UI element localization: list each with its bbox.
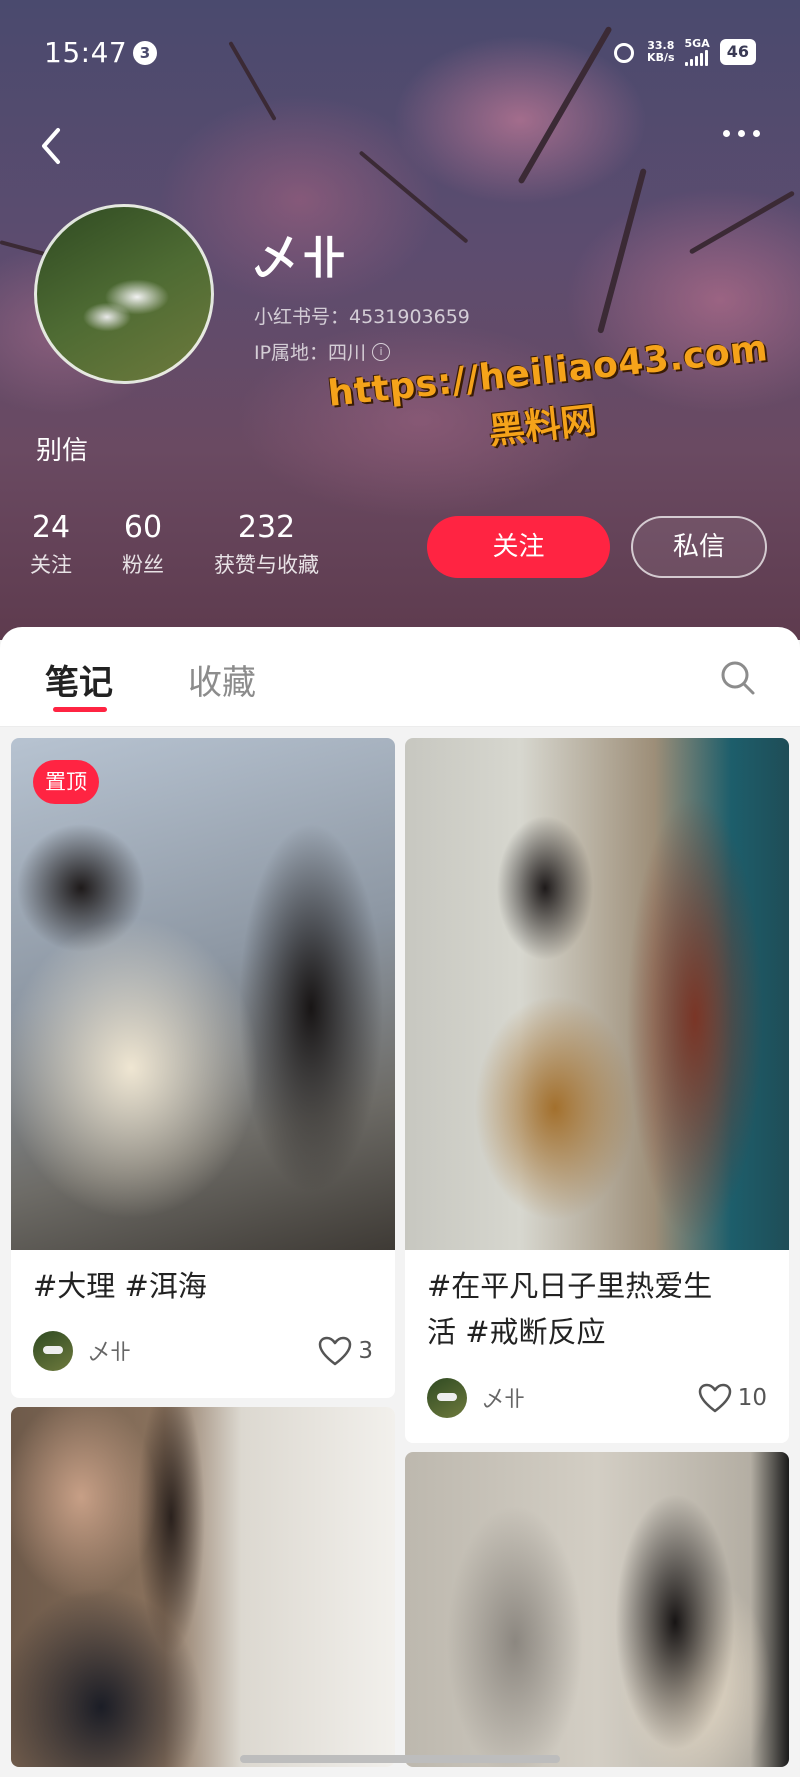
tab-notes[interactable]: 笔记 <box>45 655 113 704</box>
author-name: 乄卝 <box>89 1340 131 1364</box>
note-card[interactable] <box>405 1452 789 1767</box>
tab-collections[interactable]: 收藏 <box>188 655 256 704</box>
profile-stats: 24 关注 60 粉丝 232 获赞与收藏 <box>30 510 369 579</box>
status-indicators: 33.8 KB/s 5GA 46 <box>611 38 756 66</box>
home-indicator[interactable] <box>240 1755 560 1763</box>
cellular-indicator: 5GA <box>684 38 710 66</box>
note-title: #大理 #洱海 <box>33 1269 207 1303</box>
pinned-badge: 置顶 <box>33 760 99 804</box>
user-id: 小红书号：4531903659 <box>254 306 470 328</box>
info-icon[interactable]: i <box>372 342 391 361</box>
content-tabs: 笔记 收藏 <box>0 627 800 727</box>
avatar[interactable] <box>34 204 214 384</box>
search-icon[interactable] <box>718 658 758 698</box>
follow-button[interactable]: 关注 <box>427 516 610 578</box>
like-count[interactable]: 3 <box>318 1336 373 1366</box>
note-cover-image <box>11 1407 395 1767</box>
note-card[interactable] <box>11 1407 395 1767</box>
note-title: #在平凡日子里热爱生 活 #戒断反应 <box>427 1269 713 1349</box>
stat-followers[interactable]: 60 粉丝 <box>122 510 164 579</box>
more-dots-icon[interactable] <box>723 130 760 137</box>
note-meta: 乄卝 3 <box>33 1331 373 1371</box>
message-button[interactable]: 私信 <box>631 516 767 578</box>
alarm-icon <box>611 39 637 65</box>
user-bio: 别信 <box>36 436 89 466</box>
notification-count-badge: 3 <box>133 41 157 65</box>
author-name: 乄卝 <box>483 1387 525 1411</box>
network-speed: 33.8 KB/s <box>647 39 675 64</box>
note-meta: 乄卝 10 <box>427 1378 767 1418</box>
stat-likes-collections[interactable]: 232 获赞与收藏 <box>214 510 319 579</box>
chevron-left-icon[interactable] <box>34 124 70 168</box>
battery-indicator: 46 <box>719 39 756 65</box>
note-cover-image <box>405 1452 789 1767</box>
ip-location: IP属地：四川 i <box>254 338 391 365</box>
author-avatar <box>33 1331 73 1371</box>
like-count[interactable]: 10 <box>698 1383 767 1413</box>
note-cover-image <box>11 738 395 1250</box>
user-nickname: 乄卝 <box>254 233 350 284</box>
author-avatar <box>427 1378 467 1418</box>
heart-outline-icon <box>319 1336 352 1366</box>
note-card[interactable]: #在平凡日子里热爱生 活 #戒断反应 乄卝 10 <box>405 738 789 1443</box>
note-card[interactable]: 置顶 #大理 #洱海 乄卝 3 <box>11 738 395 1398</box>
heart-outline-icon <box>698 1383 731 1413</box>
status-time: 15:47 <box>44 36 128 69</box>
note-cover-image <box>405 738 789 1250</box>
signal-bars-icon <box>684 50 708 66</box>
active-tab-indicator <box>53 707 107 712</box>
stat-following[interactable]: 24 关注 <box>30 510 72 579</box>
